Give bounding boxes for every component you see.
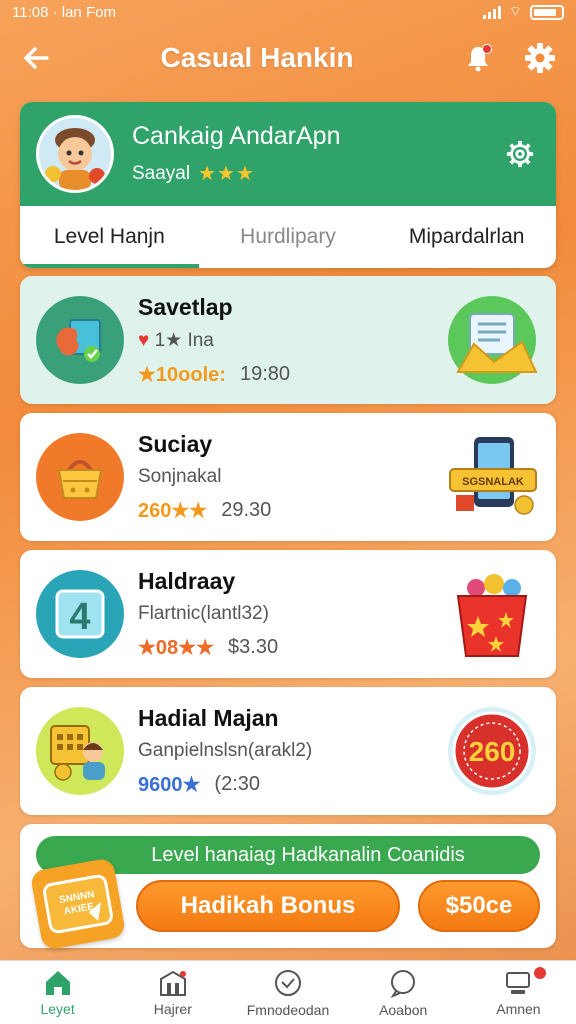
nav-badge — [534, 967, 547, 979]
nav-label: Hajrer — [153, 1000, 192, 1017]
level-card[interactable]: Savetlap ♥ 1★ Ina ★10oole: 19:80 — [20, 276, 556, 404]
treasure-bucket-icon — [444, 566, 540, 662]
nav-item-level[interactable]: Leyet — [0, 961, 115, 1024]
number-four-icon: 4 — [36, 570, 124, 658]
nav-item-hajrer[interactable]: Hajrer — [115, 961, 230, 1024]
monitor-icon — [506, 971, 531, 994]
chat-bubble-icon — [390, 969, 416, 998]
home-icon — [45, 970, 70, 995]
nav-label: Leyet — [40, 1000, 75, 1017]
back-arrow-icon — [24, 47, 49, 69]
profile-card: Cankaig AndarApn Saayal ★★★ Level Hanjn … — [20, 102, 556, 268]
level-score: ★08★★ — [138, 637, 215, 659]
puzzle-icon — [36, 296, 124, 384]
nav-label: Aoabon — [379, 1001, 428, 1018]
page-title: Casual Hankin — [160, 42, 354, 73]
level-subtitle: Flartnic(lantl32) — [138, 603, 269, 624]
level-title: Hadial Majan — [138, 705, 279, 731]
level-time: 29.30 — [221, 499, 272, 521]
battery-icon — [530, 4, 564, 20]
reward-number: 260 — [469, 736, 516, 767]
gear-icon — [525, 43, 555, 73]
notification-badge — [482, 44, 492, 54]
calendar-character-icon — [36, 707, 124, 795]
level-card[interactable]: Hadial Majan Ganpielnslsn(arakl2) 9600★ … — [20, 687, 556, 815]
nav-label: Amnen — [496, 1000, 541, 1017]
price-button[interactable]: $50ce — [418, 880, 540, 932]
nav-item-amnen[interactable]: Amnen — [461, 961, 576, 1024]
level-card[interactable]: 4 Haldraay Flartnic(lantl32) ★08★★ $3.30 — [20, 550, 556, 678]
wifi-icon: ⌔ — [508, 3, 522, 19]
avatar[interactable] — [36, 115, 114, 193]
status-bar: 11:08 · lan Fom ⌔ — [0, 0, 576, 24]
level-subtitle: ♥ 1★ Ina — [138, 329, 214, 351]
bonus-ticket-icon: SNNNN AKIEE — [29, 857, 127, 951]
character-avatar-icon — [45, 128, 105, 190]
profile-stars: ★★★ — [198, 163, 255, 185]
bonus-button[interactable]: Hadikah Bonus — [136, 880, 400, 932]
store-icon — [159, 970, 186, 996]
svg-text:4: 4 — [69, 596, 90, 638]
reward-seal-icon: 260 — [444, 703, 540, 799]
nav-item-fmnodeodan[interactable]: Fmnodeodan — [230, 961, 345, 1024]
status-time: 11:08 · lan Fom — [12, 3, 116, 21]
tab-bar: Level Hanjn Hurdlipary Mipardalrlan — [20, 206, 556, 268]
reward-envelope-icon — [444, 292, 540, 388]
level-time: (2:30 — [214, 773, 261, 795]
nav-label: Fmnodeodan — [246, 1001, 330, 1018]
back-button[interactable] — [16, 38, 56, 78]
profile-name: Cankaig AndarApn — [132, 122, 341, 150]
level-list: Savetlap ♥ 1★ Ina ★10oole: 19:80 Suciay … — [20, 276, 556, 824]
profile-header: Cankaig AndarApn Saayal ★★★ — [20, 102, 556, 206]
profile-subtitle: Saayal — [132, 162, 191, 184]
level-score: ★10oole: — [138, 363, 226, 386]
level-subtitle: Ganpielnslsn(arakl2) — [138, 740, 313, 761]
app-bar: Casual Hankin — [0, 30, 576, 86]
nav-item-aoabon[interactable]: Aoabon — [346, 961, 461, 1024]
gear-icon — [506, 140, 534, 168]
level-score: 9600★ — [138, 774, 201, 796]
settings-button[interactable] — [520, 38, 560, 78]
signal-icon — [482, 5, 501, 19]
tab-hurdlipary[interactable]: Hurdlipary — [199, 206, 378, 268]
tab-mipardalrlan[interactable]: Mipardalrlan — [377, 206, 556, 268]
svg-text:SGSNALAK: SGSNALAK — [462, 476, 524, 488]
level-subtitle: Sonjnakal — [138, 466, 222, 487]
level-title: Suciay — [138, 431, 213, 457]
check-circle-icon — [275, 969, 301, 996]
basket-icon — [36, 433, 124, 521]
level-card[interactable]: Suciay Sonjnakal 260★★ 29.30 SGSNALAK — [20, 413, 556, 541]
bottom-nav: Leyet Hajrer Fmnodeodan Aoabon Amnen — [0, 960, 576, 1024]
level-time: 19:80 — [239, 362, 291, 385]
phone-reward-icon: SGSNALAK — [444, 429, 540, 525]
level-score: 260★★ — [138, 500, 208, 522]
bonus-card: Level hanaiag Hadkanalin Coanidis SNNNN … — [20, 824, 556, 951]
level-title: Haldraay — [138, 568, 236, 594]
status-icons: ⌔ — [482, 3, 564, 21]
profile-settings-button[interactable] — [500, 134, 540, 174]
heart-icon: ♥ — [138, 329, 150, 351]
tab-level[interactable]: Level Hanjn — [20, 206, 199, 268]
level-title: Savetlap — [138, 293, 233, 320]
level-time: $3.30 — [228, 636, 279, 658]
notifications-button[interactable] — [458, 38, 498, 78]
